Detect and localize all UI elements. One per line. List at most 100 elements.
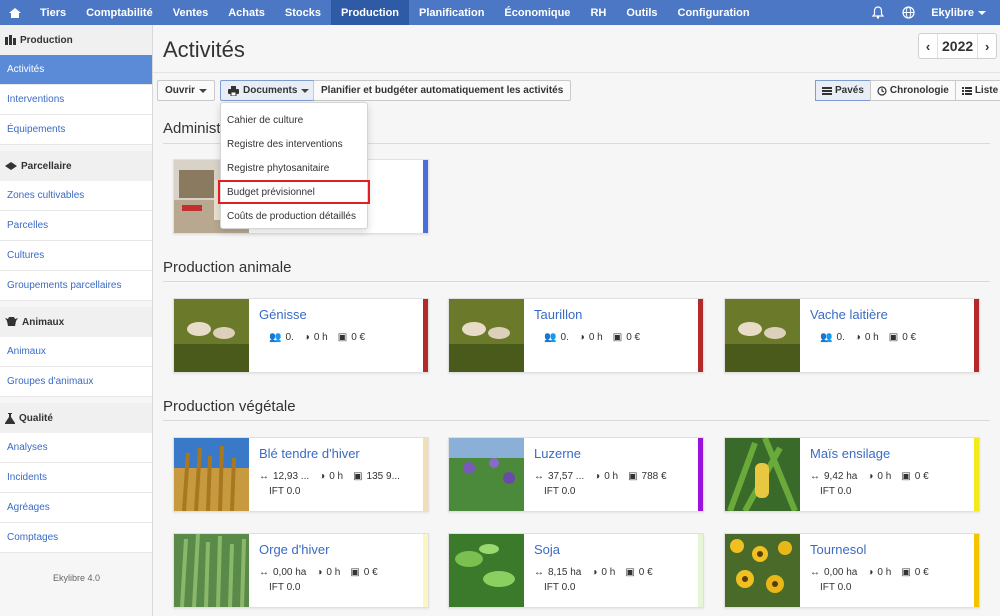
- sidebar-item-interventions[interactable]: Interventions: [0, 85, 152, 115]
- view-list-label: Liste: [974, 85, 999, 96]
- activity-card-soja[interactable]: Soja ↔ 8,15 ha ◑ 0 h ▣ 0 € IFT 0.0: [448, 533, 704, 608]
- alfalfa-thumbnail: [449, 438, 524, 511]
- view-timeline-button[interactable]: Chronologie: [869, 80, 956, 101]
- card-body: Soja ↔ 8,15 ha ◑ 0 h ▣ 0 € IFT 0.0: [524, 534, 698, 607]
- previous-year-button[interactable]: ‹: [919, 34, 937, 58]
- animal-icon: [5, 317, 18, 326]
- area-value: 0.: [836, 332, 845, 343]
- ift-value: IFT 0.0: [544, 486, 576, 497]
- nav-stocks[interactable]: Stocks: [275, 0, 331, 25]
- bell-icon[interactable]: [863, 0, 893, 25]
- activity-card-genisse[interactable]: Génisse 👥 0. ◑ 0 h ▣ 0 €: [173, 298, 429, 373]
- card-title[interactable]: Génisse: [259, 307, 415, 322]
- card-title[interactable]: Blé tendre d'hiver: [259, 446, 415, 461]
- time-value: 0 h: [313, 332, 328, 343]
- area-arrows-icon: ↔: [810, 471, 820, 482]
- clock-icon: ◑: [319, 471, 326, 482]
- sidebar-item-agreages[interactable]: Agréages: [0, 493, 152, 523]
- sidebar-item-zones-cultivables[interactable]: Zones cultivables: [0, 181, 152, 211]
- menu-item-registre-interventions[interactable]: Registre des interventions: [221, 132, 367, 156]
- nav-ventes[interactable]: Ventes: [163, 0, 218, 25]
- barley-thumbnail: [174, 534, 249, 607]
- activity-card-ble-tendre[interactable]: Blé tendre d'hiver ↔ 12,93 ... ◑ 0 h ▣ 135 …: [173, 437, 429, 512]
- user-menu[interactable]: Ekylibre: [923, 0, 1000, 25]
- open-button[interactable]: Ouvrir: [157, 80, 216, 101]
- activity-color-bar: [698, 438, 703, 511]
- globe-icon[interactable]: [893, 0, 923, 25]
- cattle-thumbnail: [725, 299, 800, 372]
- nav-achats[interactable]: Achats: [218, 0, 275, 25]
- sidebar-section-title: Parcellaire: [21, 160, 72, 172]
- activity-card-vache-laitiere[interactable]: Vache laitière 👥 0. ◑ 0 h ▣ 0 €: [724, 298, 980, 373]
- activity-card-luzerne[interactable]: Luzerne ↔ 37,57 ... ◑ 0 h ▣ 788 € IFT 0.0: [448, 437, 704, 512]
- area-stat: ↔ 12,93 ...: [259, 471, 309, 482]
- sidebar-item-animaux[interactable]: Animaux: [0, 337, 152, 367]
- sidebar-item-groupes-animaux[interactable]: Groupes d'animaux: [0, 367, 152, 397]
- next-year-button[interactable]: ›: [978, 34, 996, 58]
- area-stat: ↔ 0,00 ha: [259, 567, 306, 578]
- clock-icon: ◑: [854, 332, 861, 343]
- card-body: Luzerne ↔ 37,57 ... ◑ 0 h ▣ 788 € IFT 0.0: [524, 438, 698, 511]
- card-stats: ↔ 37,57 ... ◑ 0 h ▣ 788 €: [534, 471, 690, 482]
- card-title[interactable]: Maïs ensilage: [810, 446, 966, 461]
- card-title[interactable]: Luzerne: [534, 446, 690, 461]
- sidebar-item-parcelles[interactable]: Parcelles: [0, 211, 152, 241]
- area-stat: ↔ 8,15 ha: [534, 567, 581, 578]
- section-divider: [163, 281, 990, 282]
- card-stats: 👥 0. ◑ 0 h ▣ 0 €: [534, 332, 690, 343]
- area-stat: 👥 0.: [259, 332, 294, 343]
- card-body: Blé tendre d'hiver ↔ 12,93 ... ◑ 0 h ▣ 135 …: [249, 438, 423, 511]
- menu-item-couts-production[interactable]: Coûts de production détaillés: [221, 204, 367, 228]
- activity-card-tournesol[interactable]: Tournesol ↔ 0,00 ha ◑ 0 h ▣ 0 € IFT 0.0: [724, 533, 980, 608]
- card-title[interactable]: Soja: [534, 542, 690, 557]
- clock-icon: ◑: [867, 471, 874, 482]
- activity-color-bar: [698, 299, 703, 372]
- sidebar-section-title: Production: [20, 34, 73, 46]
- view-list-button[interactable]: Liste: [954, 80, 1000, 101]
- nav-production[interactable]: Production: [330, 0, 410, 25]
- clock-icon: ◑: [591, 567, 598, 578]
- sidebar-item-comptages[interactable]: Comptages: [0, 523, 152, 553]
- activity-card-orge-hiver[interactable]: Orge d'hiver ↔ 0,00 ha ◑ 0 h ▣ 0 € IFT 0.0: [173, 533, 429, 608]
- cattle-thumbnail: [174, 299, 249, 372]
- cost-value: 0 €: [351, 332, 366, 343]
- area-arrows-icon: ↔: [534, 567, 544, 578]
- year-picker: ‹ 2022 ›: [918, 33, 998, 59]
- sidebar-section-animaux: Animaux: [0, 307, 152, 337]
- card-title[interactable]: Tournesol: [810, 542, 966, 557]
- plan-budget-button[interactable]: Planifier et budgéter automatiquement le…: [313, 80, 572, 101]
- time-stat: ◑ 0 h: [594, 471, 618, 482]
- sidebar-item-analyses[interactable]: Analyses: [0, 433, 152, 463]
- nav-planification[interactable]: Planification: [409, 0, 494, 25]
- nav-rh[interactable]: RH: [580, 0, 616, 25]
- activity-card-taurillon[interactable]: Taurillon 👥 0. ◑ 0 h ▣ 0 €: [448, 298, 704, 373]
- nav-configuration[interactable]: Configuration: [668, 0, 760, 25]
- card-title[interactable]: Orge d'hiver: [259, 542, 415, 557]
- nav-comptabilite[interactable]: Comptabilité: [76, 0, 163, 25]
- sidebar-item-equipements[interactable]: Équipements: [0, 115, 152, 145]
- sidebar-section-title: Qualité: [19, 412, 53, 424]
- sidebar-item-cultures[interactable]: Cultures: [0, 241, 152, 271]
- documents-button[interactable]: Documents: [220, 80, 318, 101]
- sidebar-item-groupements-parcellaires[interactable]: Groupements parcellaires: [0, 271, 152, 301]
- card-title[interactable]: Taurillon: [534, 307, 690, 322]
- card-title[interactable]: Vache laitière: [810, 307, 966, 322]
- nav-outils[interactable]: Outils: [616, 0, 667, 25]
- clock-icon: ◑: [578, 332, 585, 343]
- users-icon: 👥: [820, 332, 833, 343]
- menu-item-budget-previsionnel[interactable]: Budget prévisionnel: [218, 180, 370, 204]
- menu-item-cahier-de-culture[interactable]: Cahier de culture: [221, 108, 367, 132]
- view-tiles-button[interactable]: Pavés: [815, 80, 871, 101]
- area-value: 8,15 ha: [548, 567, 582, 578]
- cost-stat: ▣ 0 €: [901, 567, 928, 578]
- activity-card-mais-ensilage[interactable]: Maïs ensilage ↔ 9,42 ha ◑ 0 h ▣ 0 € IFT 0.0: [724, 437, 980, 512]
- ift-value: IFT 0.0: [820, 582, 852, 593]
- sidebar-item-incidents[interactable]: Incidents: [0, 463, 152, 493]
- menu-item-registre-phytosanitaire[interactable]: Registre phytosanitaire: [221, 156, 367, 180]
- sidebar-item-activites[interactable]: Activités: [0, 55, 152, 85]
- cattle-thumbnail: [449, 299, 524, 372]
- nav-economique[interactable]: Économique: [494, 0, 580, 25]
- home-logo-icon[interactable]: [0, 0, 30, 25]
- nav-tiers[interactable]: Tiers: [30, 0, 76, 25]
- money-icon: ▣: [625, 567, 635, 578]
